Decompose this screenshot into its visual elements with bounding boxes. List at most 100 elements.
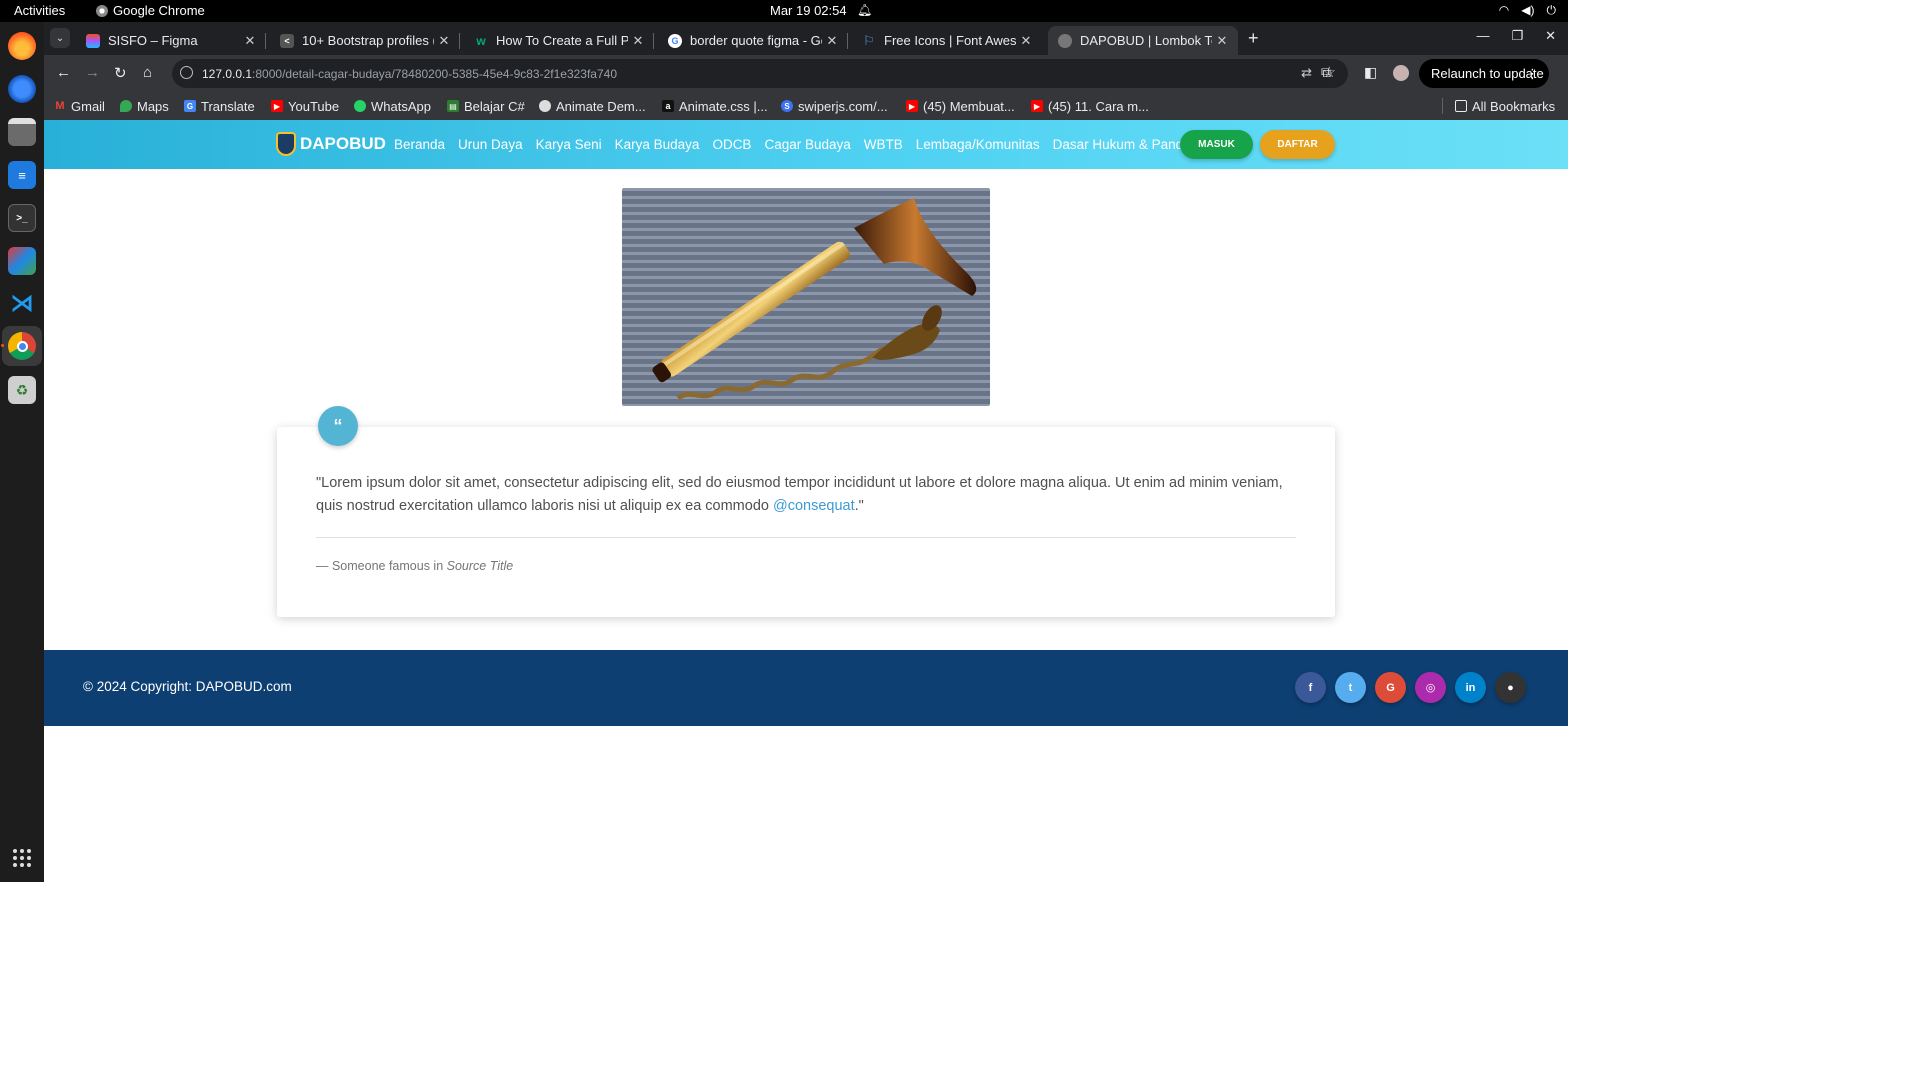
tab-sisfo-figma[interactable]: SISFO – Figma ✕ xyxy=(76,26,266,55)
nav-cagar-budaya[interactable]: Cagar Budaya xyxy=(764,137,850,152)
close-tab-icon[interactable]: ✕ xyxy=(240,33,260,49)
tab-title: Free Icons | Font Aweson xyxy=(884,33,1016,48)
tab-title: 10+ Bootstrap profiles ( xyxy=(302,33,434,48)
address-bar[interactable]: 127.0.0.1:8000/detail-cagar-budaya/78480… xyxy=(172,59,1348,88)
terminal-icon[interactable]: >_ xyxy=(8,204,36,232)
app-menu[interactable]: Google Chrome xyxy=(96,3,205,18)
quote-mention-link[interactable]: @consequat xyxy=(773,498,855,514)
extensions-icon[interactable]: ⧉ xyxy=(1321,64,1331,81)
bookmark-gmail[interactable]: M Gmail xyxy=(54,96,105,116)
more-menu-icon[interactable]: ⋮ xyxy=(1526,66,1539,82)
firefox-icon[interactable] xyxy=(8,32,36,60)
bookmark-label: swiperjs.com/... xyxy=(798,98,888,114)
writer-icon[interactable]: ≡ xyxy=(8,161,36,189)
site-brand[interactable]: DAPOBUD xyxy=(276,132,386,156)
all-bookmarks-button[interactable]: All Bookmarks xyxy=(1455,96,1555,116)
maximize-icon[interactable]: ❐ xyxy=(1511,28,1523,44)
bookmark-label: Gmail xyxy=(71,98,105,114)
tab-dapobud-active[interactable]: DAPOBUD | Lombok Ten ✕ xyxy=(1048,26,1238,55)
nav-beranda[interactable]: Beranda xyxy=(394,137,445,152)
nav-karya-budaya[interactable]: Karya Budaya xyxy=(615,137,700,152)
bookmark-maps[interactable]: Maps xyxy=(120,96,169,116)
url-host: 127.0.0.1 xyxy=(202,66,253,81)
site-footer: © 2024 Copyright: DAPOBUD.com f t G ◎ in… xyxy=(44,650,1568,726)
github-icon[interactable]: ● xyxy=(1495,672,1526,703)
profile-avatar[interactable] xyxy=(1393,65,1409,81)
site-info-icon[interactable] xyxy=(180,66,193,79)
tab-title: DAPOBUD | Lombok Ten xyxy=(1080,33,1212,48)
close-window-icon[interactable]: ✕ xyxy=(1545,28,1556,44)
close-tab-icon[interactable]: ✕ xyxy=(1212,33,1232,49)
google-icon[interactable]: G xyxy=(1375,672,1406,703)
tab-google-search[interactable]: G border quote figma - Go ✕ xyxy=(658,26,848,55)
facebook-icon[interactable]: f xyxy=(1295,672,1326,703)
chrome-icon[interactable] xyxy=(8,332,36,360)
power-icon: ⏻ xyxy=(1546,3,1557,17)
instagram-icon[interactable]: ◎ xyxy=(1415,672,1446,703)
twitter-icon[interactable]: t xyxy=(1335,672,1366,703)
home-icon[interactable]: ⌂ xyxy=(143,64,152,81)
brand-name: DAPOBUD xyxy=(300,134,386,153)
close-tab-icon[interactable]: ✕ xyxy=(1016,33,1036,49)
bookmark-youtube-membuat[interactable]: ▶ (45) Membuat... xyxy=(906,96,1015,116)
relaunch-button[interactable]: Relaunch to update ⋮ xyxy=(1419,59,1549,88)
linkedin-icon[interactable]: in xyxy=(1455,672,1486,703)
vscode-icon[interactable]: ⋊ xyxy=(8,289,36,317)
files-icon[interactable] xyxy=(8,118,36,146)
login-button[interactable]: MASUK xyxy=(1180,130,1253,159)
new-tab-icon[interactable]: + xyxy=(1248,28,1259,49)
quote-end: ." xyxy=(854,498,864,514)
side-panel-icon[interactable]: ◧ xyxy=(1364,64,1377,81)
tab-strip: ⌄ SISFO – Figma ✕ < 10+ Bootstrap profil… xyxy=(44,22,1568,55)
system-tray[interactable]: ◠ ◀) ⏻ xyxy=(1499,3,1556,18)
close-tab-icon[interactable]: ✕ xyxy=(822,33,842,49)
nav-lembaga-komunitas[interactable]: Lembaga/Komunitas xyxy=(916,137,1040,152)
activities-button[interactable]: Activities xyxy=(14,3,65,18)
bookmark-swiperjs[interactable]: Sswiperjs.com/... xyxy=(781,96,888,116)
show-apps-icon[interactable] xyxy=(13,849,31,867)
maps-icon xyxy=(120,100,132,112)
reload-icon[interactable]: ↻ xyxy=(114,64,127,82)
nav-karya-seni[interactable]: Karya Seni xyxy=(536,137,602,152)
bookmark-whatsapp[interactable]: WhatsApp xyxy=(354,96,431,116)
bookmark-youtube-cara[interactable]: ▶ (45) 11. Cara m... xyxy=(1031,96,1149,116)
citation-prefix: — Someone famous in xyxy=(316,559,447,573)
bookmark-label: WhatsApp xyxy=(371,98,431,114)
back-icon[interactable]: ← xyxy=(56,64,71,81)
translate-icon: G xyxy=(184,100,196,112)
app-center-icon[interactable] xyxy=(8,247,36,275)
bookmark-translate[interactable]: G Translate xyxy=(184,96,255,116)
translate-icon[interactable]: ⇄ xyxy=(1301,65,1312,81)
nav-odcb[interactable]: ODCB xyxy=(712,137,751,152)
notification-icon[interactable]: 🔔︎ xyxy=(857,3,872,17)
youtube-icon: ▶ xyxy=(906,100,918,112)
close-tab-icon[interactable]: ✕ xyxy=(628,33,648,49)
thunderbird-icon[interactable] xyxy=(8,75,36,103)
tab-title: SISFO – Figma xyxy=(108,33,198,48)
tab-bootstrap-profiles[interactable]: < 10+ Bootstrap profiles ( ✕ xyxy=(270,26,460,55)
trash-icon[interactable]: ♻ xyxy=(8,376,36,404)
quote-icon: “ xyxy=(318,406,358,446)
bookmark-label: Animate.css |... xyxy=(679,98,768,114)
forward-icon[interactable]: → xyxy=(85,64,100,81)
bookmark-animate-css[interactable]: a Animate.css |... xyxy=(662,96,768,116)
bookmark-youtube[interactable]: ▶ YouTube xyxy=(271,96,339,116)
register-button[interactable]: DAFTAR xyxy=(1260,130,1335,159)
tab-font-awesome[interactable]: ⚐ Free Icons | Font Aweson ✕ xyxy=(852,26,1042,55)
google-icon: G xyxy=(668,33,682,48)
tab-search-button[interactable]: ⌄ xyxy=(50,28,70,48)
nav-wbtb[interactable]: WBTB xyxy=(864,137,903,152)
bookmark-belajar-csharp[interactable]: ▤ Belajar C# xyxy=(447,96,525,116)
tab-w3schools[interactable]: w How To Create a Full Pag ✕ xyxy=(464,26,654,55)
bookmarks-divider xyxy=(1442,98,1443,114)
wifi-icon: ◠ xyxy=(1498,3,1510,17)
figma-icon xyxy=(86,33,100,48)
bookmark-animate-demo[interactable]: Animate Dem... xyxy=(539,96,646,116)
minimize-icon[interactable]: — xyxy=(1476,28,1489,44)
clock[interactable]: Mar 19 02:54 xyxy=(770,3,847,18)
globe-icon xyxy=(1058,33,1072,48)
quote-card xyxy=(277,427,1335,617)
book-icon: ▤ xyxy=(447,100,459,112)
nav-urun-daya[interactable]: Urun Daya xyxy=(458,137,523,152)
close-tab-icon[interactable]: ✕ xyxy=(434,33,454,49)
